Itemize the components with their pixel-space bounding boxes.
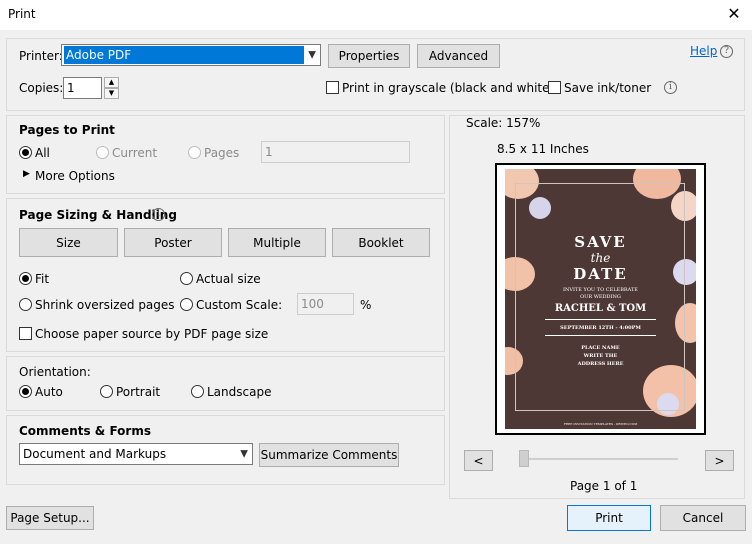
paper-source-checkbox[interactable] xyxy=(19,327,32,340)
actual-size-radio[interactable] xyxy=(180,272,193,285)
pages-range-input[interactable]: 1 xyxy=(261,141,410,163)
card-the: the xyxy=(590,251,611,265)
auto-radio[interactable] xyxy=(19,385,32,398)
paper-size-label: 8.5 x 11 Inches xyxy=(497,142,589,156)
info-icon[interactable]: i xyxy=(152,208,165,221)
page-info: Page 1 of 1 xyxy=(570,479,638,493)
title-bar: Print ✕ xyxy=(0,0,752,30)
save-ink-checkbox[interactable] xyxy=(548,81,561,94)
card-place3: ADDRESS HERE xyxy=(577,361,624,367)
pages-radio[interactable] xyxy=(188,146,201,159)
shrink-radio[interactable] xyxy=(19,298,32,311)
all-label: All xyxy=(35,146,50,160)
save-ink-label: Save ink/toner xyxy=(564,81,652,95)
landscape-label: Landscape xyxy=(207,385,272,399)
close-icon[interactable]: ✕ xyxy=(724,4,744,24)
grayscale-checkbox[interactable] xyxy=(326,81,339,94)
custom-scale-input[interactable]: 100 xyxy=(297,293,354,315)
orientation-header: Orientation: xyxy=(19,365,91,379)
page-slider-thumb[interactable] xyxy=(519,450,529,467)
card-place2: WRITE THE xyxy=(583,353,618,359)
cancel-button[interactable]: Cancel xyxy=(660,505,746,531)
pages-label: Pages xyxy=(204,146,240,160)
fit-label: Fit xyxy=(35,272,50,286)
chevron-down-icon: ▼ xyxy=(308,49,316,61)
all-radio[interactable] xyxy=(19,146,32,159)
shrink-label: Shrink oversized pages xyxy=(35,298,175,312)
landscape-radio[interactable] xyxy=(191,385,204,398)
copies-down-arrow-icon[interactable]: ▼ xyxy=(104,88,119,99)
percent-label: % xyxy=(360,298,372,312)
booklet-button[interactable]: Booklet xyxy=(332,228,430,257)
prev-page-button[interactable]: < xyxy=(464,450,493,471)
size-button[interactable]: Size xyxy=(19,228,118,257)
card-invite-line2: OUR WEDDING xyxy=(580,294,621,300)
custom-scale-label: Custom Scale: xyxy=(196,298,283,312)
printer-select[interactable]: Adobe PDF ▼ xyxy=(61,44,321,66)
properties-button[interactable]: Properties xyxy=(328,44,410,68)
print-preview: SAVE the DATE INVITE YOU TO CELEBRATE OU… xyxy=(495,163,706,435)
portrait-label: Portrait xyxy=(116,385,161,399)
copies-label: Copies: xyxy=(19,81,64,95)
card-footer: FREE INVITATION TEMPLATES - DRIVEO.COM xyxy=(563,422,638,426)
card-date: DATE xyxy=(573,265,628,283)
invitation-card: SAVE the DATE INVITE YOU TO CELEBRATE OU… xyxy=(505,169,696,429)
auto-label: Auto xyxy=(35,385,63,399)
help-link[interactable]: Help xyxy=(690,44,717,58)
divider xyxy=(545,335,656,336)
printer-selected-value: Adobe PDF xyxy=(64,46,304,64)
help-question-icon[interactable]: ? xyxy=(720,45,733,58)
printer-label: Printer: xyxy=(19,49,63,63)
fit-radio[interactable] xyxy=(19,272,32,285)
divider xyxy=(545,319,656,320)
more-options-label[interactable]: More Options xyxy=(35,169,115,183)
pages-to-print-header: Pages to Print xyxy=(19,123,115,137)
copies-up-arrow-icon[interactable]: ▲ xyxy=(104,77,119,88)
card-names: RACHEL & TOM xyxy=(554,303,647,314)
comments-header: Comments & Forms xyxy=(19,424,151,438)
paper-source-label: Choose paper source by PDF page size xyxy=(35,327,269,341)
advanced-button[interactable]: Advanced xyxy=(417,44,500,68)
comments-select[interactable]: Document and Markups ▼ xyxy=(19,443,253,465)
multiple-button[interactable]: Multiple xyxy=(228,228,326,257)
window-title: Print xyxy=(8,7,36,21)
card-invite-line1: INVITE YOU TO CELEBRATE xyxy=(563,287,638,293)
next-page-button[interactable]: > xyxy=(705,450,734,471)
card-place1: PLACE NAME xyxy=(581,345,620,351)
comments-selected-value: Document and Markups xyxy=(23,447,167,461)
summarize-comments-button[interactable]: Summarize Comments xyxy=(259,443,399,467)
copies-input[interactable]: 1 xyxy=(63,77,102,99)
info-icon[interactable]: i xyxy=(664,81,677,94)
scale-label: Scale: 157% xyxy=(466,116,541,130)
page-setup-button[interactable]: Page Setup... xyxy=(6,506,94,530)
poster-button[interactable]: Poster xyxy=(124,228,222,257)
portrait-radio[interactable] xyxy=(100,385,113,398)
chevron-down-icon: ▼ xyxy=(240,448,248,460)
current-radio[interactable] xyxy=(96,146,109,159)
custom-scale-radio[interactable] xyxy=(180,298,193,311)
current-label: Current xyxy=(112,146,158,160)
actual-size-label: Actual size xyxy=(196,272,261,286)
expand-triangle-icon[interactable]: ▶ xyxy=(23,169,30,179)
card-save: SAVE xyxy=(574,233,627,251)
page-slider-track[interactable] xyxy=(520,458,678,460)
grayscale-label: Print in grayscale (black and white) xyxy=(342,81,555,95)
print-button[interactable]: Print xyxy=(567,505,651,531)
card-date-time: SEPTEMBER 12TH - 4:00PM xyxy=(560,325,641,331)
